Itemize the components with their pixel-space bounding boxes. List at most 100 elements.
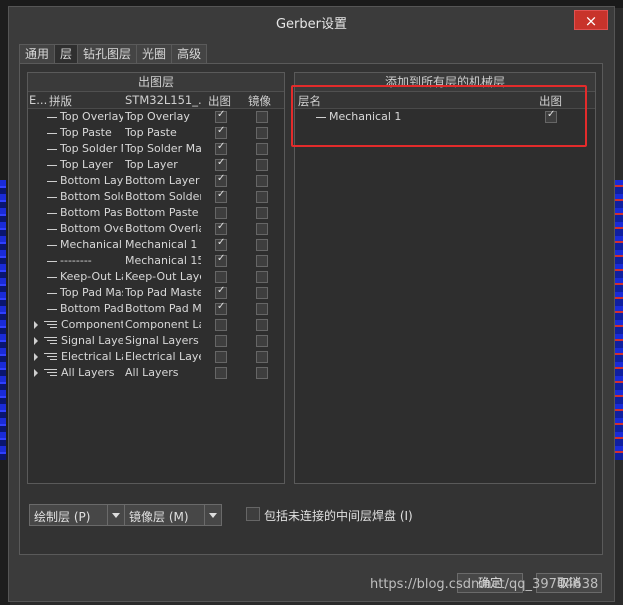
close-button[interactable]: × (574, 10, 608, 30)
pcb-background-left (0, 180, 6, 460)
dash-icon (47, 164, 57, 166)
mirror-checkbox[interactable] (256, 175, 268, 187)
layer-row-name: Bottom Pad Master (47, 302, 123, 315)
tab-layers[interactable]: 层 (54, 44, 79, 64)
layer-row[interactable]: Top Layer Top Layer (28, 157, 284, 173)
layer-row-name-text: Top Paste (60, 126, 112, 139)
plot-checkbox[interactable] (215, 271, 227, 283)
plot-checkbox[interactable] (215, 285, 227, 299)
plot-layers-column-headers: E... 拼版 STM32L151_... 出图 镜像 (28, 92, 284, 109)
mirror-checkbox[interactable] (256, 239, 268, 251)
plot-checkbox[interactable] (215, 221, 227, 235)
mirror-checkbox[interactable] (256, 367, 268, 379)
mirror-checkbox[interactable] (256, 191, 268, 203)
plot-checkbox[interactable] (215, 189, 227, 203)
layer-row-name-text: Top Pad Master (60, 286, 123, 299)
expand-arrow-icon[interactable] (34, 321, 38, 329)
plot-checkbox[interactable] (215, 237, 227, 251)
layer-row[interactable]: Keep-Out LayerKeep-Out Layer (28, 269, 284, 285)
plot-checkbox[interactable] (215, 319, 227, 331)
layer-row-layer: Component Layers (125, 318, 201, 331)
mirror-checkbox[interactable] (256, 207, 268, 219)
mirror-checkbox[interactable] (256, 111, 268, 123)
plot-checkbox[interactable] (215, 207, 227, 219)
layer-row[interactable]: -------- Mechanical 15 (28, 253, 284, 269)
layer-row-name: Signal Layers (61, 334, 123, 347)
layer-row-layer: Bottom Overlay (125, 222, 201, 235)
layer-row[interactable]: Mechanical Mechanical 1 (28, 237, 284, 253)
plot-checkbox[interactable] (215, 301, 227, 315)
layer-row[interactable]: All Layers All Layers (28, 365, 284, 381)
layer-row[interactable]: Bottom OverlayBottom Overlay (28, 221, 284, 237)
tab-general[interactable]: 通用 (19, 44, 56, 64)
layer-row[interactable]: Top Pad MasterTop Pad Master (28, 285, 284, 301)
plot-checkbox[interactable] (215, 125, 227, 139)
plot-checkbox[interactable] (215, 367, 227, 379)
dash-icon (47, 116, 57, 118)
plot-checkbox[interactable] (215, 253, 227, 267)
col-mirror[interactable]: 镜像 (248, 93, 282, 109)
mirror-checkbox[interactable] (256, 271, 268, 283)
layer-row[interactable]: Bottom PasteBottom Paste (28, 205, 284, 221)
expand-arrow-icon[interactable] (34, 369, 38, 377)
layer-row-name-text: Bottom Paste (60, 206, 123, 219)
plot-checkbox[interactable] (215, 141, 227, 155)
plot-checkbox[interactable] (215, 173, 227, 187)
tab-advanced[interactable]: 高级 (171, 44, 208, 64)
mirror-checkbox[interactable] (256, 303, 268, 315)
mirror-checkbox[interactable] (256, 159, 268, 171)
layer-row-layer: Top Overlay (125, 110, 190, 123)
mirror-checkbox[interactable] (256, 287, 268, 299)
layer-row[interactable]: Component LayersComponent Layers (28, 317, 284, 333)
col-layer[interactable]: STM32L151_... (125, 93, 201, 107)
layer-row[interactable]: Bottom LayerBottom Layer (28, 173, 284, 189)
mirror-checkbox[interactable] (256, 127, 268, 139)
plot-layers-list: Top OverlayTop OverlayTop PasteTop Paste… (28, 109, 284, 381)
mirror-layers-label: 镜像层 (M) (129, 510, 189, 524)
layer-row-name-text: Top Solder Ma (60, 142, 123, 155)
col-expand[interactable]: E... (29, 93, 47, 107)
expand-arrow-icon[interactable] (34, 337, 38, 345)
mirror-checkbox[interactable] (256, 143, 268, 155)
layer-group-icon (44, 353, 57, 362)
dash-icon (47, 228, 57, 230)
mirror-checkbox[interactable] (256, 335, 268, 347)
layer-row-name: Component Layers (61, 318, 123, 331)
layer-row[interactable]: Bottom SolderBottom Solder (28, 189, 284, 205)
layer-row[interactable]: Top Solder MaTop Solder Ma (28, 141, 284, 157)
mirror-checkbox[interactable] (256, 319, 268, 331)
layer-row-name: Bottom Layer (47, 174, 123, 187)
layer-row-layer: All Layers (125, 366, 179, 379)
tab-apertures[interactable]: 光圈 (136, 44, 173, 64)
layer-row-layer: Top Solder Ma (125, 142, 201, 155)
plot-checkbox[interactable] (215, 351, 227, 363)
col-panel-name[interactable]: 拼版 (49, 93, 123, 109)
plot-checkbox[interactable] (215, 335, 227, 347)
layer-row-layer: Bottom Solder (125, 190, 201, 203)
include-unconnected-checkbox[interactable] (246, 507, 260, 521)
mirror-checkbox[interactable] (256, 351, 268, 363)
mirror-checkbox[interactable] (256, 255, 268, 267)
plot-checkbox[interactable] (215, 109, 227, 123)
layer-row[interactable]: Top Paste Top Paste (28, 125, 284, 141)
layer-row[interactable]: Top Overlay Top Overlay (28, 109, 284, 125)
layer-row[interactable]: Signal LayersSignal Layers (28, 333, 284, 349)
layer-row[interactable]: Bottom Pad MasterBottom Pad Ma (28, 301, 284, 317)
col-plot[interactable]: 出图 (208, 93, 238, 109)
mirror-checkbox[interactable] (256, 223, 268, 235)
chevron-down-icon (204, 505, 221, 525)
gerber-settings-dialog: Gerber设置 × 通用层钻孔图层 光圈 高级 出图层 E... 拼版 STM32… (8, 6, 615, 602)
plot-layers-header: 出图层 (28, 73, 284, 92)
dialog-title: Gerber设置 (275, 17, 347, 32)
plot-layers-dropdown[interactable]: 绘制层 (P) (29, 504, 125, 526)
highlight-annotation-box (291, 85, 587, 147)
layer-row-name-text: Bottom Pad Master (60, 302, 123, 315)
expand-arrow-icon[interactable] (34, 353, 38, 361)
chevron-down-icon (107, 505, 124, 525)
plot-checkbox[interactable] (215, 157, 227, 171)
dash-icon (47, 260, 57, 262)
tab-drill-drawing[interactable]: 钻孔图层 (77, 44, 138, 64)
layer-row-layer: Mechanical 15 (125, 254, 201, 267)
mirror-layers-dropdown[interactable]: 镜像层 (M) (124, 504, 222, 526)
layer-row[interactable]: Electrical LayersElectrical Layers (28, 349, 284, 365)
